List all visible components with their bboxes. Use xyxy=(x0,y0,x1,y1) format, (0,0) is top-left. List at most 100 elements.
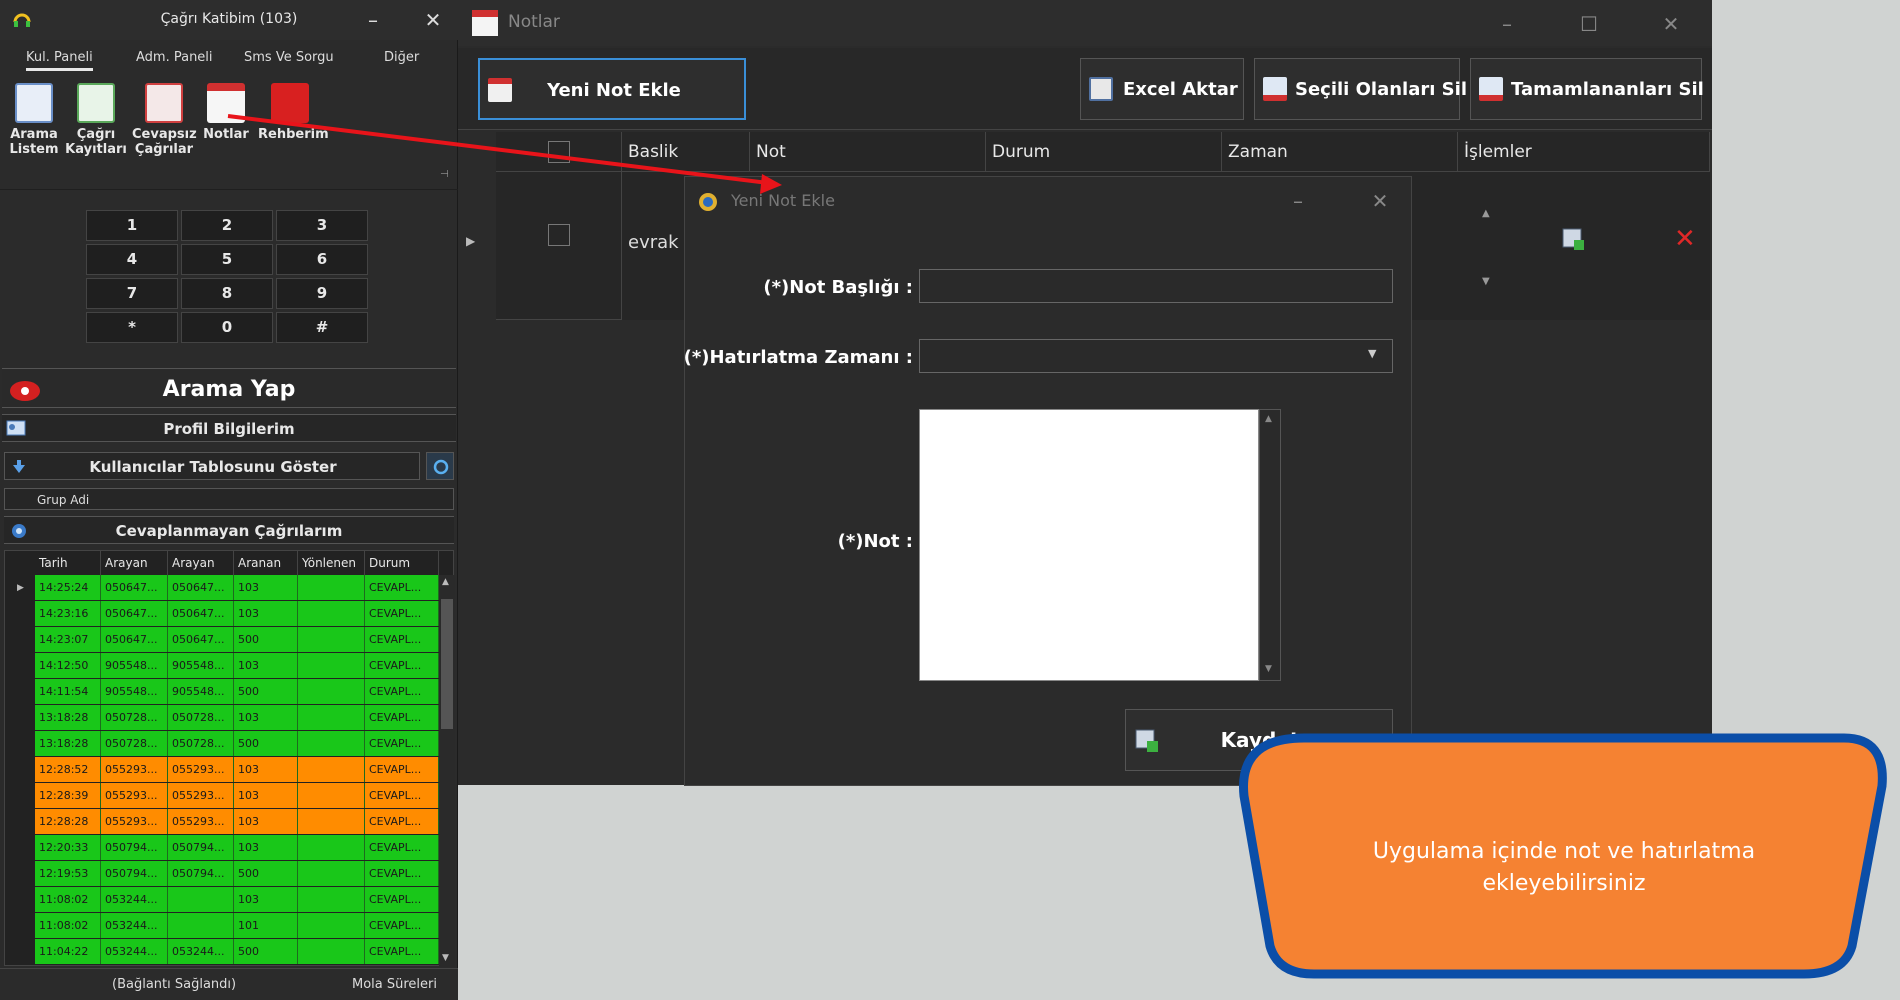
yeni-not-ekle-button[interactable]: Yeni Not Ekle xyxy=(478,58,746,120)
table-cell: 103 xyxy=(234,601,298,626)
table-cell xyxy=(298,757,365,782)
hatirlatma-zamani-select[interactable]: ▼ xyxy=(919,339,1393,373)
minimize-button[interactable]: – xyxy=(1492,10,1522,38)
delete-row-icon[interactable]: ✕ xyxy=(1674,224,1696,254)
dialog-title-bar: Yeni Not Ekle – ✕ xyxy=(685,177,1413,227)
scroll-down-icon[interactable]: ▼ xyxy=(1482,276,1490,287)
scroll-up-icon[interactable]: ▲ xyxy=(442,577,449,587)
not-textarea[interactable] xyxy=(919,409,1259,681)
col-tarih[interactable]: Tarih xyxy=(35,551,101,575)
menu-tabs: Kul. Paneli Adm. Paneli Sms Ve Sorgu Diğ… xyxy=(0,45,458,73)
table-row[interactable]: 14:12:50 905548... 905548... 103 CEVAPL... xyxy=(5,653,439,679)
table-cell: 050647... xyxy=(101,627,168,652)
table-row[interactable]: 11:08:02 053244... 101 CEVAPL... xyxy=(5,913,439,939)
table-row[interactable]: 12:20:33 050794... 050794... 103 CEVAPL... xyxy=(5,835,439,861)
tab-diger[interactable]: Diğer xyxy=(384,50,419,65)
select-all-checkbox[interactable] xyxy=(548,141,570,163)
arama-listem-button[interactable]: Arama Listem xyxy=(2,83,66,157)
col-arayan-1[interactable]: Arayan xyxy=(101,551,168,575)
col-zaman[interactable]: Zaman xyxy=(1222,132,1458,172)
table-row[interactable]: 14:23:07 050647... 050647... 500 CEVAPL... xyxy=(5,627,439,653)
dialog-minimize-button[interactable]: – xyxy=(1283,187,1313,215)
table-row[interactable]: 13:18:28 050728... 050728... 500 CEVAPL... xyxy=(5,731,439,757)
col-durum[interactable]: Durum xyxy=(365,551,439,575)
kullanicilar-tablosu-button[interactable]: Kullanıcılar Tablosunu Göster xyxy=(4,452,420,480)
col-arayan-2[interactable]: Arayan xyxy=(168,551,234,575)
scroll-thumb[interactable] xyxy=(441,599,453,729)
table-row[interactable]: 12:28:28 055293... 055293... 103 CEVAPL... xyxy=(5,809,439,835)
tamamlananlari-sil-button[interactable]: Tamamlananları Sil xyxy=(1470,58,1704,120)
pin-icon[interactable]: ⊣ xyxy=(440,169,449,180)
dial-key-star[interactable]: * xyxy=(86,312,178,343)
notlar-button[interactable]: Notlar xyxy=(194,83,258,142)
profil-bilgilerim-bar[interactable]: Profil Bilgilerim xyxy=(2,414,456,442)
tab-sms-ve-sorgu[interactable]: Sms Ve Sorgu xyxy=(244,50,334,65)
cevapsiz-cagrilar-button[interactable]: Cevapsız Çağrılar xyxy=(132,83,197,157)
table-row[interactable]: 14:11:54 905548... 905548... 500 CEVAPL... xyxy=(5,679,439,705)
dial-key-8[interactable]: 8 xyxy=(181,278,273,309)
col-aranan[interactable]: Aranan xyxy=(234,551,298,575)
calls-scrollbar[interactable]: ▲ ▼ xyxy=(439,575,455,967)
dial-key-0[interactable]: 0 xyxy=(181,312,273,343)
table-row[interactable]: 11:04:22 053244... 053244... 500 CEVAPL... xyxy=(5,939,439,965)
table-cell: 055293... xyxy=(168,757,234,782)
table-cell: 050647... xyxy=(168,575,234,600)
dial-key-7[interactable]: 7 xyxy=(86,278,178,309)
scroll-down-icon[interactable]: ▼ xyxy=(442,953,449,963)
minimize-button[interactable]: – xyxy=(358,6,388,34)
rehberim-button[interactable]: Rehberim xyxy=(258,83,329,142)
dial-key-5[interactable]: 5 xyxy=(181,244,273,275)
table-cell: 905548... xyxy=(168,679,234,704)
dial-key-3[interactable]: 3 xyxy=(276,210,368,241)
maximize-button[interactable]: ☐ xyxy=(1574,10,1604,38)
col-durum[interactable]: Durum xyxy=(986,132,1222,172)
dial-key-2[interactable]: 2 xyxy=(181,210,273,241)
col-islemler[interactable]: İşlemler xyxy=(1458,132,1710,172)
table-cell: 905548... xyxy=(101,653,168,678)
note-scrollbar[interactable]: ▲ ▼ xyxy=(1259,409,1281,681)
dial-key-4[interactable]: 4 xyxy=(86,244,178,275)
table-row[interactable]: 13:18:28 050728... 050728... 103 CEVAPL... xyxy=(5,705,439,731)
dial-key-9[interactable]: 9 xyxy=(276,278,368,309)
col-yonlenen[interactable]: Yönlenen xyxy=(298,551,365,575)
not-basligi-input[interactable] xyxy=(919,269,1393,303)
table-cell: CEVAPL... xyxy=(365,653,439,678)
col-baslik[interactable]: Baslik xyxy=(622,132,750,172)
table-row[interactable]: 12:28:52 055293... 055293... 103 CEVAPL... xyxy=(5,757,439,783)
dial-key-1[interactable]: 1 xyxy=(86,210,178,241)
cagri-kayitlari-button[interactable]: Çağrı Kayıtları xyxy=(64,83,128,157)
arama-yap-button[interactable]: Arama Yap xyxy=(2,368,456,408)
table-cell xyxy=(298,887,365,912)
table-cell: 12:19:53 xyxy=(35,861,101,886)
col-not[interactable]: Not xyxy=(750,132,986,172)
table-cell: CEVAPL... xyxy=(365,705,439,730)
excel-aktar-button[interactable]: Excel Aktar xyxy=(1080,58,1244,120)
table-cell: 055293... xyxy=(168,809,234,834)
row-checkbox[interactable] xyxy=(548,224,570,246)
table-row[interactable]: 14:23:16 050647... 050647... 103 CEVAPL... xyxy=(5,601,439,627)
table-cell: 050794... xyxy=(101,835,168,860)
table-row[interactable]: 14:25:24 050647... 050647... 103 CEVAPL... xyxy=(5,575,439,601)
table-cell: 13:18:28 xyxy=(35,705,101,730)
dial-key-6[interactable]: 6 xyxy=(276,244,368,275)
row-pointer-icon: ▶ xyxy=(466,234,476,248)
mola-sureleri-link[interactable]: Mola Süreleri xyxy=(352,977,437,992)
close-button[interactable]: ✕ xyxy=(1656,10,1686,38)
close-button[interactable]: ✕ xyxy=(418,6,448,34)
dialog-close-button[interactable]: ✕ xyxy=(1365,187,1395,215)
refresh-button[interactable] xyxy=(426,452,454,480)
tab-adm-paneli[interactable]: Adm. Paneli xyxy=(136,50,213,65)
table-row[interactable]: 12:28:39 055293... 055293... 103 CEVAPL... xyxy=(5,783,439,809)
scroll-up-icon[interactable]: ▲ xyxy=(1482,208,1490,219)
table-row[interactable]: 11:08:02 053244... 103 CEVAPL... xyxy=(5,887,439,913)
table-cell: 11:04:22 xyxy=(35,939,101,964)
cevaplanmayan-cagrilar-bar[interactable]: Cevaplanmayan Çağrılarım xyxy=(4,516,454,544)
secili-olanlari-sil-button[interactable]: Seçili Olanları Sil xyxy=(1254,58,1467,120)
scroll-up-icon[interactable]: ▲ xyxy=(1265,414,1272,424)
scroll-down-icon[interactable]: ▼ xyxy=(1265,664,1272,674)
tab-kul-paneli[interactable]: Kul. Paneli xyxy=(26,50,93,71)
dial-key-hash[interactable]: # xyxy=(276,312,368,343)
notlar-title-bar: Notlar – ☐ ✕ xyxy=(458,0,1712,46)
table-row[interactable]: 12:19:53 050794... 050794... 500 CEVAPL... xyxy=(5,861,439,887)
save-row-icon[interactable] xyxy=(1560,226,1586,256)
